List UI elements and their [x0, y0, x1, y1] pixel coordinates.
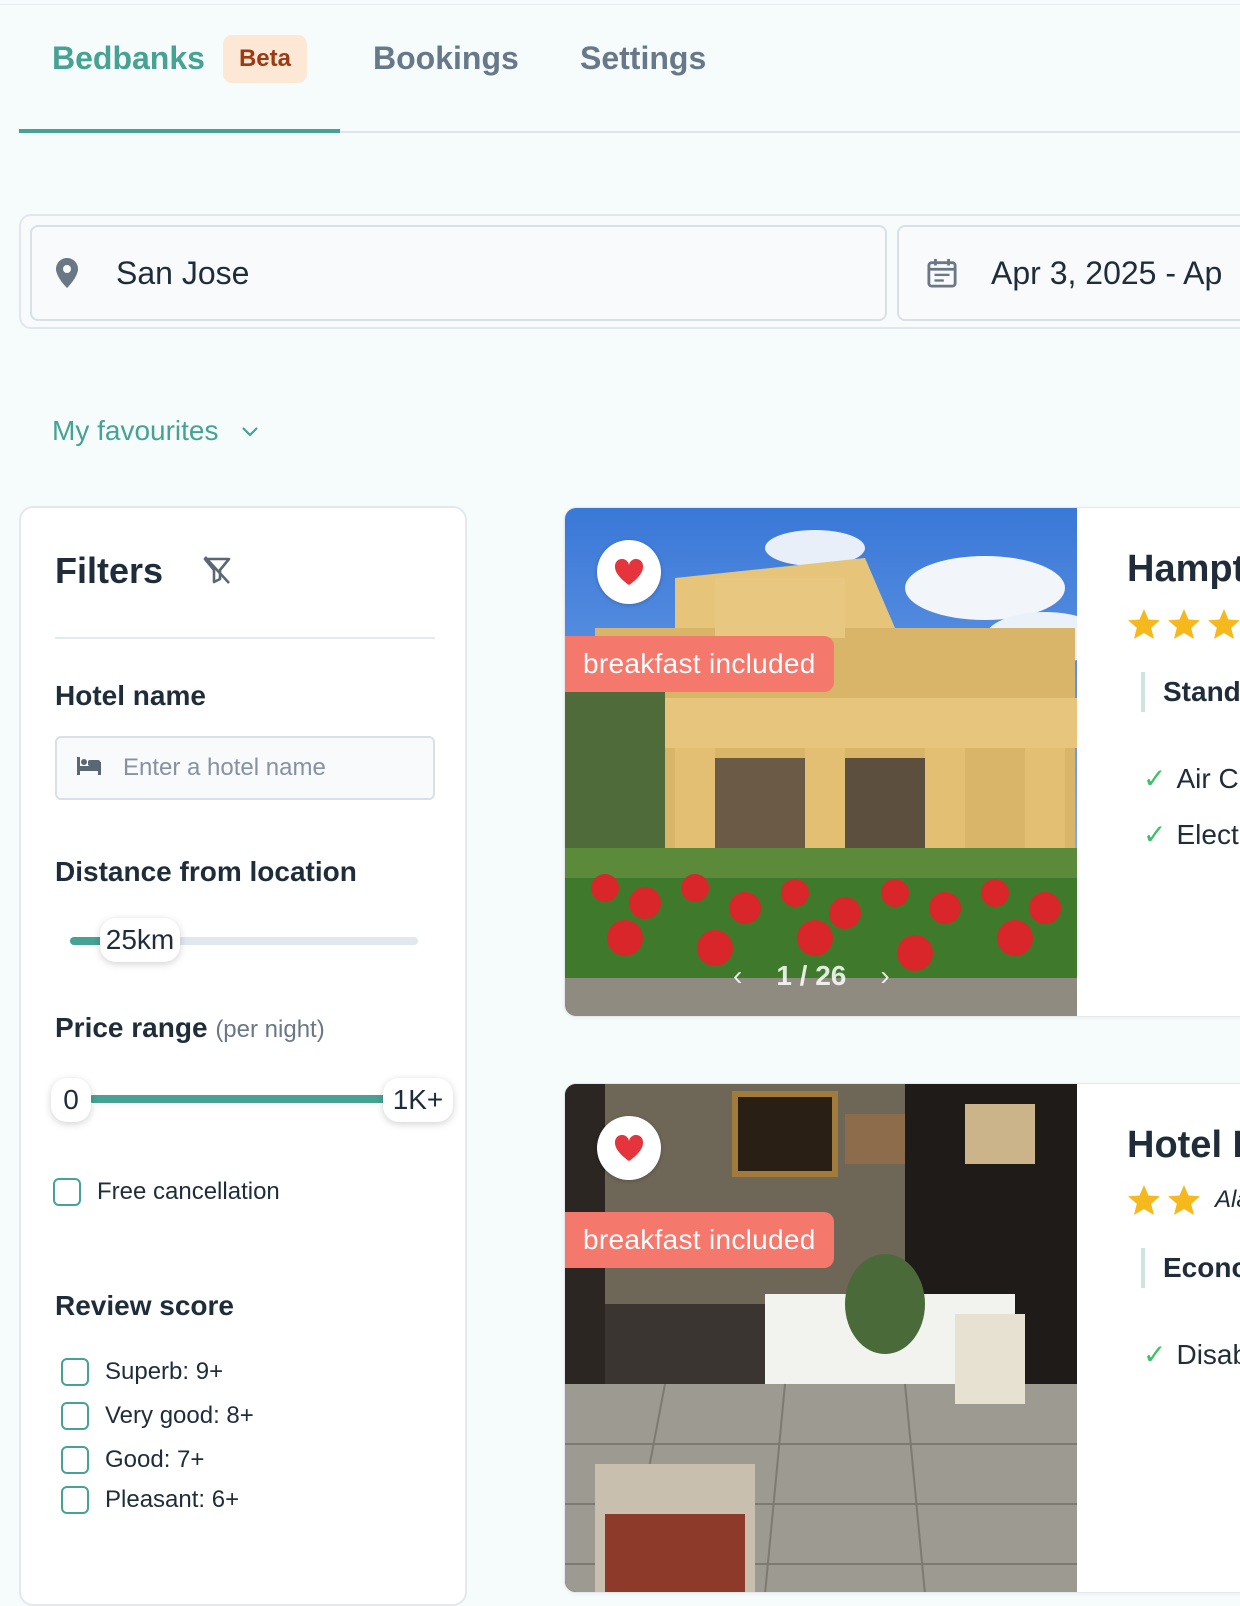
price-max-thumb[interactable]: 1K+ — [383, 1078, 453, 1122]
distance-slider-thumb[interactable]: 25km — [100, 918, 180, 962]
map-pin-icon — [52, 257, 82, 289]
check-icon: ✓ — [1143, 763, 1167, 794]
search-bar: San Jose Apr 3, 2025 - Ap — [19, 214, 1240, 329]
filters-divider — [55, 637, 435, 639]
hotel-area: Ala — [1215, 1186, 1240, 1213]
hotel-info: Hotel I Ala Econo ✓ Disab — [1077, 1084, 1240, 1592]
hotel-info: Hampt A Stand ✓ Air C ✓ Elect — [1077, 508, 1240, 1016]
tab-settings-label: Settings — [580, 40, 707, 76]
hotel-card[interactable]: breakfast included Hotel I Ala Econo ✓ D… — [564, 1083, 1240, 1593]
star-icon — [1168, 1185, 1200, 1215]
checkbox-box[interactable] — [61, 1402, 89, 1430]
price-range-title: Price range — [55, 1012, 208, 1043]
bed-icon — [77, 756, 101, 780]
review-option-label: Good: 7+ — [105, 1446, 205, 1473]
star-icon — [1128, 609, 1160, 639]
checkbox-box[interactable] — [53, 1178, 81, 1206]
tab-bookings[interactable]: Bookings — [373, 30, 519, 133]
price-min-thumb[interactable]: 0 — [51, 1078, 91, 1122]
breakfast-badge: breakfast included — [565, 636, 834, 692]
clear-filters-icon[interactable] — [201, 554, 233, 586]
breakfast-badge: breakfast included — [565, 1212, 834, 1268]
main-tabs: Bedbanks Beta Bookings Settings — [19, 30, 1240, 134]
price-range-label: Price range (per night) — [55, 1012, 325, 1044]
review-very-good-checkbox[interactable]: Very good: 8+ — [61, 1402, 254, 1430]
heart-icon — [614, 1134, 644, 1161]
tab-bedbanks-label: Bedbanks — [52, 40, 205, 76]
star-rating: A — [1127, 608, 1240, 640]
tab-settings[interactable]: Settings — [580, 30, 706, 133]
hotel-name-input[interactable] — [123, 754, 423, 782]
amenity-item: ✓ Disab — [1143, 1338, 1240, 1371]
top-border — [0, 4, 1240, 5]
location-value: San Jose — [116, 254, 250, 291]
price-slider-fill — [89, 1095, 402, 1103]
free-cancellation-label: Free cancellation — [97, 1178, 280, 1205]
chevron-right-icon[interactable]: › — [880, 960, 889, 992]
price-range-sub: (per night) — [215, 1016, 325, 1043]
hotel-photo[interactable]: breakfast included — [565, 1084, 1077, 1592]
star-icon — [1128, 1185, 1160, 1215]
amenity-item: ✓ Elect — [1143, 818, 1239, 851]
active-tab-indicator — [19, 129, 340, 133]
photo-counter: 1 / 26 — [776, 960, 847, 991]
tab-bedbanks[interactable]: Bedbanks Beta — [19, 30, 340, 133]
date-range-value: Apr 3, 2025 - Ap — [991, 254, 1223, 291]
beta-badge: Beta — [222, 35, 307, 83]
location-field[interactable]: San Jose — [30, 225, 887, 321]
review-option-label: Very good: 8+ — [105, 1402, 254, 1429]
amenity-item: ✓ Air C — [1143, 762, 1239, 795]
checkbox-box[interactable] — [61, 1358, 89, 1386]
heart-icon — [614, 558, 644, 585]
amenity-label: Elect — [1176, 818, 1239, 850]
hotel-name-label: Hotel name — [55, 680, 206, 711]
star-rating: Ala — [1127, 1184, 1240, 1216]
favourite-button[interactable] — [597, 1116, 661, 1180]
amenity-label: Disab — [1176, 1338, 1240, 1370]
review-superb-checkbox[interactable]: Superb: 9+ — [61, 1358, 223, 1386]
calendar-icon — [927, 257, 957, 289]
chevron-down-icon — [239, 420, 261, 442]
distance-value: 25km — [105, 924, 175, 955]
hotel-name-field[interactable] — [55, 736, 435, 800]
price-max-value: 1K+ — [392, 1084, 444, 1115]
review-option-label: Pleasant: 6+ — [105, 1486, 240, 1513]
favourite-button[interactable] — [597, 540, 661, 604]
amenity-label: Air C — [1176, 762, 1239, 794]
room-type: Econo — [1141, 1248, 1240, 1288]
filters-panel: Filters Hotel name Distance from locatio… — [19, 506, 467, 1606]
price-min-value: 0 — [63, 1084, 79, 1115]
hotel-name[interactable]: Hotel I — [1127, 1124, 1240, 1167]
hotel-name[interactable]: Hampt — [1127, 548, 1240, 591]
filters-title: Filters — [55, 550, 164, 591]
hotel-card[interactable]: breakfast included ‹ 1 / 26 › Hampt A St… — [564, 507, 1240, 1017]
distance-label: Distance from location — [55, 856, 357, 887]
review-option-label: Superb: 9+ — [105, 1358, 224, 1385]
hotel-photo[interactable]: breakfast included ‹ 1 / 26 › — [565, 508, 1077, 1016]
checkbox-box[interactable] — [61, 1446, 89, 1474]
review-pleasant-checkbox[interactable]: Pleasant: 6+ — [61, 1486, 239, 1514]
room-type: Stand — [1141, 672, 1240, 712]
favourites-dropdown[interactable]: My favourites — [52, 415, 261, 447]
checkbox-box[interactable] — [61, 1486, 89, 1514]
review-score-label: Review score — [55, 1290, 234, 1321]
star-icon — [1168, 609, 1200, 639]
check-icon: ✓ — [1143, 819, 1167, 850]
review-good-checkbox[interactable]: Good: 7+ — [61, 1446, 204, 1474]
date-range-field[interactable]: Apr 3, 2025 - Ap — [897, 225, 1240, 321]
check-icon: ✓ — [1143, 1339, 1167, 1370]
free-cancellation-checkbox[interactable]: Free cancellation — [53, 1178, 280, 1206]
tab-bookings-label: Bookings — [373, 40, 519, 76]
star-icon — [1208, 609, 1240, 639]
chevron-left-icon[interactable]: ‹ — [733, 960, 742, 992]
favourites-label: My favourites — [52, 415, 219, 446]
photo-pager: ‹ 1 / 26 › — [733, 960, 890, 992]
